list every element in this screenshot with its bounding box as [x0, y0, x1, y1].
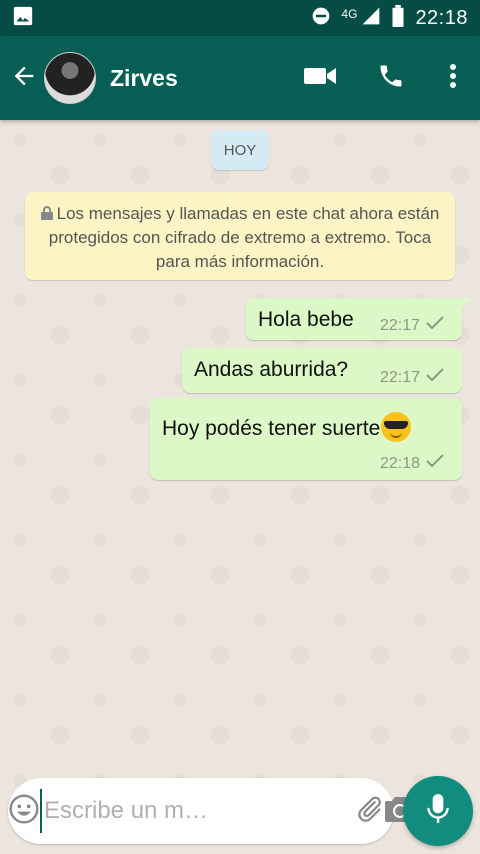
status-time: 22:18 — [415, 6, 468, 29]
message-time: 22:17 — [379, 368, 420, 386]
message-bubble[interactable]: Hola bebe 22:17 — [246, 298, 472, 340]
attach-icon — [354, 794, 384, 829]
do-not-disturb-icon — [311, 6, 331, 31]
chat-area[interactable]: HOY Los mensajes y llamadas en este chat… — [0, 120, 480, 854]
attach-button[interactable] — [354, 778, 384, 844]
emoji-button[interactable] — [8, 778, 40, 844]
back-button[interactable] — [2, 36, 46, 120]
check-icon — [426, 316, 444, 335]
date-chip: HOY — [211, 130, 269, 170]
check-icon — [426, 368, 444, 387]
mic-icon — [425, 793, 451, 830]
message-text: Hoy podés tener suerte — [162, 412, 412, 442]
more-vert-icon — [449, 63, 457, 94]
contact-name[interactable]: Zirves — [110, 65, 286, 92]
phone-icon — [377, 62, 405, 95]
lock-icon — [40, 203, 53, 220]
video-call-icon — [304, 64, 338, 93]
message-meta: 22:18 — [380, 454, 444, 473]
message-text: Andas aburrida? — [194, 358, 349, 381]
avatar[interactable] — [44, 52, 96, 104]
message-bubble[interactable]: Hoy podés tener suerte 22:18 — [150, 398, 462, 480]
message-meta: 22:17 — [380, 316, 444, 335]
encryption-notice-text: Los mensajes y llamadas en este chat aho… — [48, 204, 440, 271]
message-input[interactable] — [40, 789, 354, 833]
more-options-button[interactable] — [426, 36, 480, 120]
image-icon — [12, 5, 34, 32]
sunglasses-emoji-icon — [381, 412, 412, 442]
message-text-content: Hoy podés tener suerte — [162, 417, 381, 440]
message-meta: 22:17 — [380, 368, 444, 387]
network-type: 4G — [341, 7, 358, 21]
message-time: 22:17 — [379, 316, 420, 334]
battery-icon — [391, 4, 405, 32]
emoji-icon — [8, 793, 40, 830]
voice-call-button[interactable] — [356, 36, 426, 120]
mic-button[interactable] — [403, 776, 473, 846]
status-bar: 4G 22:18 — [0, 0, 480, 36]
message-text: Hola bebe — [258, 308, 354, 331]
message-composer — [8, 778, 415, 844]
bubble-tail — [460, 298, 472, 310]
message-time: 22:18 — [379, 454, 420, 472]
back-arrow-icon — [10, 62, 38, 95]
video-call-button[interactable] — [286, 36, 356, 120]
signal-icon — [361, 6, 381, 31]
check-icon — [426, 454, 444, 473]
chat-header: Zirves — [0, 36, 480, 120]
message-bubble[interactable]: Andas aburrida? 22:17 — [182, 348, 462, 393]
encryption-notice[interactable]: Los mensajes y llamadas en este chat aho… — [25, 192, 455, 280]
